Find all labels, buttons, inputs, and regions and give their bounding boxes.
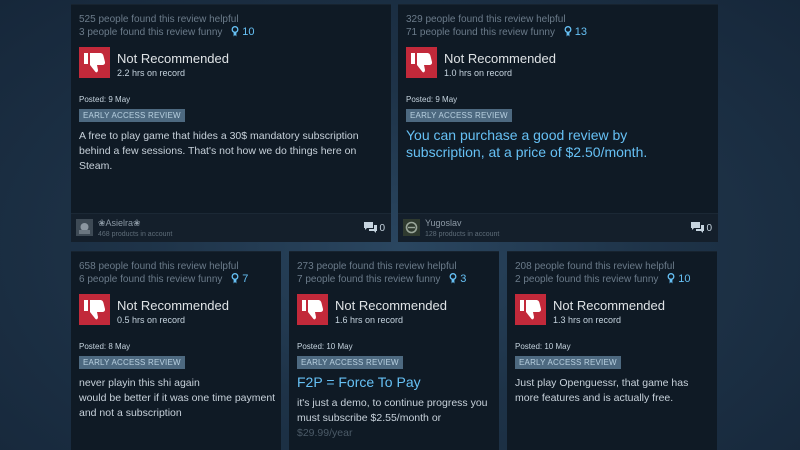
thumbs-down-icon: [79, 294, 110, 325]
recommendation-label: Not Recommended: [117, 298, 229, 313]
review-card: 658 people found this review helpful 6 p…: [71, 251, 281, 450]
review-text-faded: $29.99/year: [297, 427, 353, 439]
hours-on-record: 2.2 hrs on record: [117, 68, 186, 78]
posted-date: Posted: 9 May: [79, 95, 131, 104]
review-text: it's just a demo, to continue progress y…: [297, 396, 502, 441]
helpful-count: 273 people found this review helpful: [297, 261, 457, 272]
comment-count: 0: [379, 223, 385, 234]
funny-count-text: 6 people found this review funny: [79, 274, 223, 285]
posted-date: Posted: 10 May: [297, 342, 353, 351]
review-footer: ❀Asielra❀ 468 products in account 0: [71, 213, 391, 242]
award-icon: [449, 273, 457, 284]
recommendation-label: Not Recommended: [117, 51, 229, 66]
helpful-count: 525 people found this review helpful: [79, 14, 239, 25]
funny-count: 3 people found this review funny 10: [79, 26, 254, 39]
funny-count-text: 7 people found this review funny: [297, 274, 441, 285]
posted-date: Posted: 10 May: [515, 342, 571, 351]
funny-count: 2 people found this review funny 10: [515, 273, 690, 286]
funny-count: 7 people found this review funny 3: [297, 273, 466, 286]
award-count: 13: [574, 26, 588, 38]
recommendation-label: Not Recommended: [335, 298, 447, 313]
posted-date: Posted: 8 May: [79, 342, 131, 351]
review-footer: Yugoslav 128 products in account 0: [398, 213, 718, 242]
recommendation-label: Not Recommended: [444, 51, 556, 66]
award-icon: [231, 273, 239, 284]
hours-on-record: 1.6 hrs on record: [335, 315, 404, 325]
avatar[interactable]: [403, 219, 420, 236]
review-card: 273 people found this review helpful 7 p…: [289, 251, 499, 450]
award-icon: [231, 26, 239, 37]
posted-date: Posted: 9 May: [406, 95, 458, 104]
funny-count: 6 people found this review funny 7: [79, 273, 248, 286]
review-heading: F2P = Force To Pay: [297, 374, 421, 390]
funny-count-text: 2 people found this review funny: [515, 274, 659, 285]
early-access-badge: EARLY ACCESS REVIEW: [79, 356, 185, 369]
thumbs-down-icon: [406, 47, 437, 78]
reviewer-name[interactable]: Yugoslav: [425, 218, 462, 228]
review-text-line: and not a subscription: [79, 407, 182, 419]
early-access-badge: EARLY ACCESS REVIEW: [79, 109, 185, 122]
review-text-body: it's just a demo, to continue progress y…: [297, 397, 488, 424]
thumbs-down-icon: [79, 47, 110, 78]
review-text: A free to play game that hides a 30$ man…: [79, 130, 359, 172]
award-count: 3: [460, 273, 467, 285]
review-text: You can purchase a good review by subscr…: [406, 127, 648, 160]
early-access-badge: EARLY ACCESS REVIEW: [406, 109, 512, 122]
review-text-line: would be better if it was one time payme…: [79, 392, 276, 404]
helpful-count: 329 people found this review helpful: [406, 14, 566, 25]
helpful-count: 208 people found this review helpful: [515, 261, 675, 272]
comments-button[interactable]: 0: [364, 222, 385, 234]
review-card: 329 people found this review helpful 71 …: [398, 4, 718, 242]
comments-button[interactable]: 0: [691, 222, 712, 234]
thumbs-down-icon: [515, 294, 546, 325]
helpful-count: 658 people found this review helpful: [79, 261, 239, 272]
hours-on-record: 1.3 hrs on record: [553, 315, 622, 325]
products-in-account: 468 products in account: [98, 231, 173, 238]
award-count: 7: [242, 273, 249, 285]
hours-on-record: 0.5 hrs on record: [117, 315, 186, 325]
avatar[interactable]: [76, 219, 93, 236]
review-text: Just play Openguessr, that game has more…: [515, 377, 689, 404]
award-icon: [667, 273, 675, 284]
review-text-line: never playin this shi again: [79, 377, 200, 389]
review-card: 208 people found this review helpful 2 p…: [507, 251, 717, 450]
hours-on-record: 1.0 hrs on record: [444, 68, 513, 78]
thumbs-down-icon: [297, 294, 328, 325]
award-count: 10: [242, 26, 255, 38]
award-button[interactable]: 3: [449, 273, 466, 285]
award-button[interactable]: 7: [231, 273, 248, 285]
award-count: 10: [678, 273, 691, 285]
comment-icon: [364, 222, 378, 233]
comment-count: 0: [706, 223, 712, 234]
funny-count-text: 3 people found this review funny: [79, 27, 223, 38]
funny-count-text: 71 people found this review funny: [406, 27, 555, 38]
early-access-badge: EARLY ACCESS REVIEW: [297, 356, 403, 369]
award-button[interactable]: 10: [667, 273, 690, 285]
award-button[interactable]: 13: [564, 26, 587, 38]
award-icon: [564, 26, 572, 37]
recommendation-label: Not Recommended: [553, 298, 665, 313]
comment-icon: [691, 222, 705, 233]
products-in-account: 128 products in account: [425, 231, 500, 238]
funny-count: 71 people found this review funny 13: [406, 26, 587, 39]
award-button[interactable]: 10: [231, 26, 254, 38]
review-card: 525 people found this review helpful 3 p…: [71, 4, 391, 242]
early-access-badge: EARLY ACCESS REVIEW: [515, 356, 621, 369]
review-text: never playin this shi again would be bet…: [79, 376, 284, 421]
reviewer-name[interactable]: ❀Asielra❀: [98, 218, 141, 229]
